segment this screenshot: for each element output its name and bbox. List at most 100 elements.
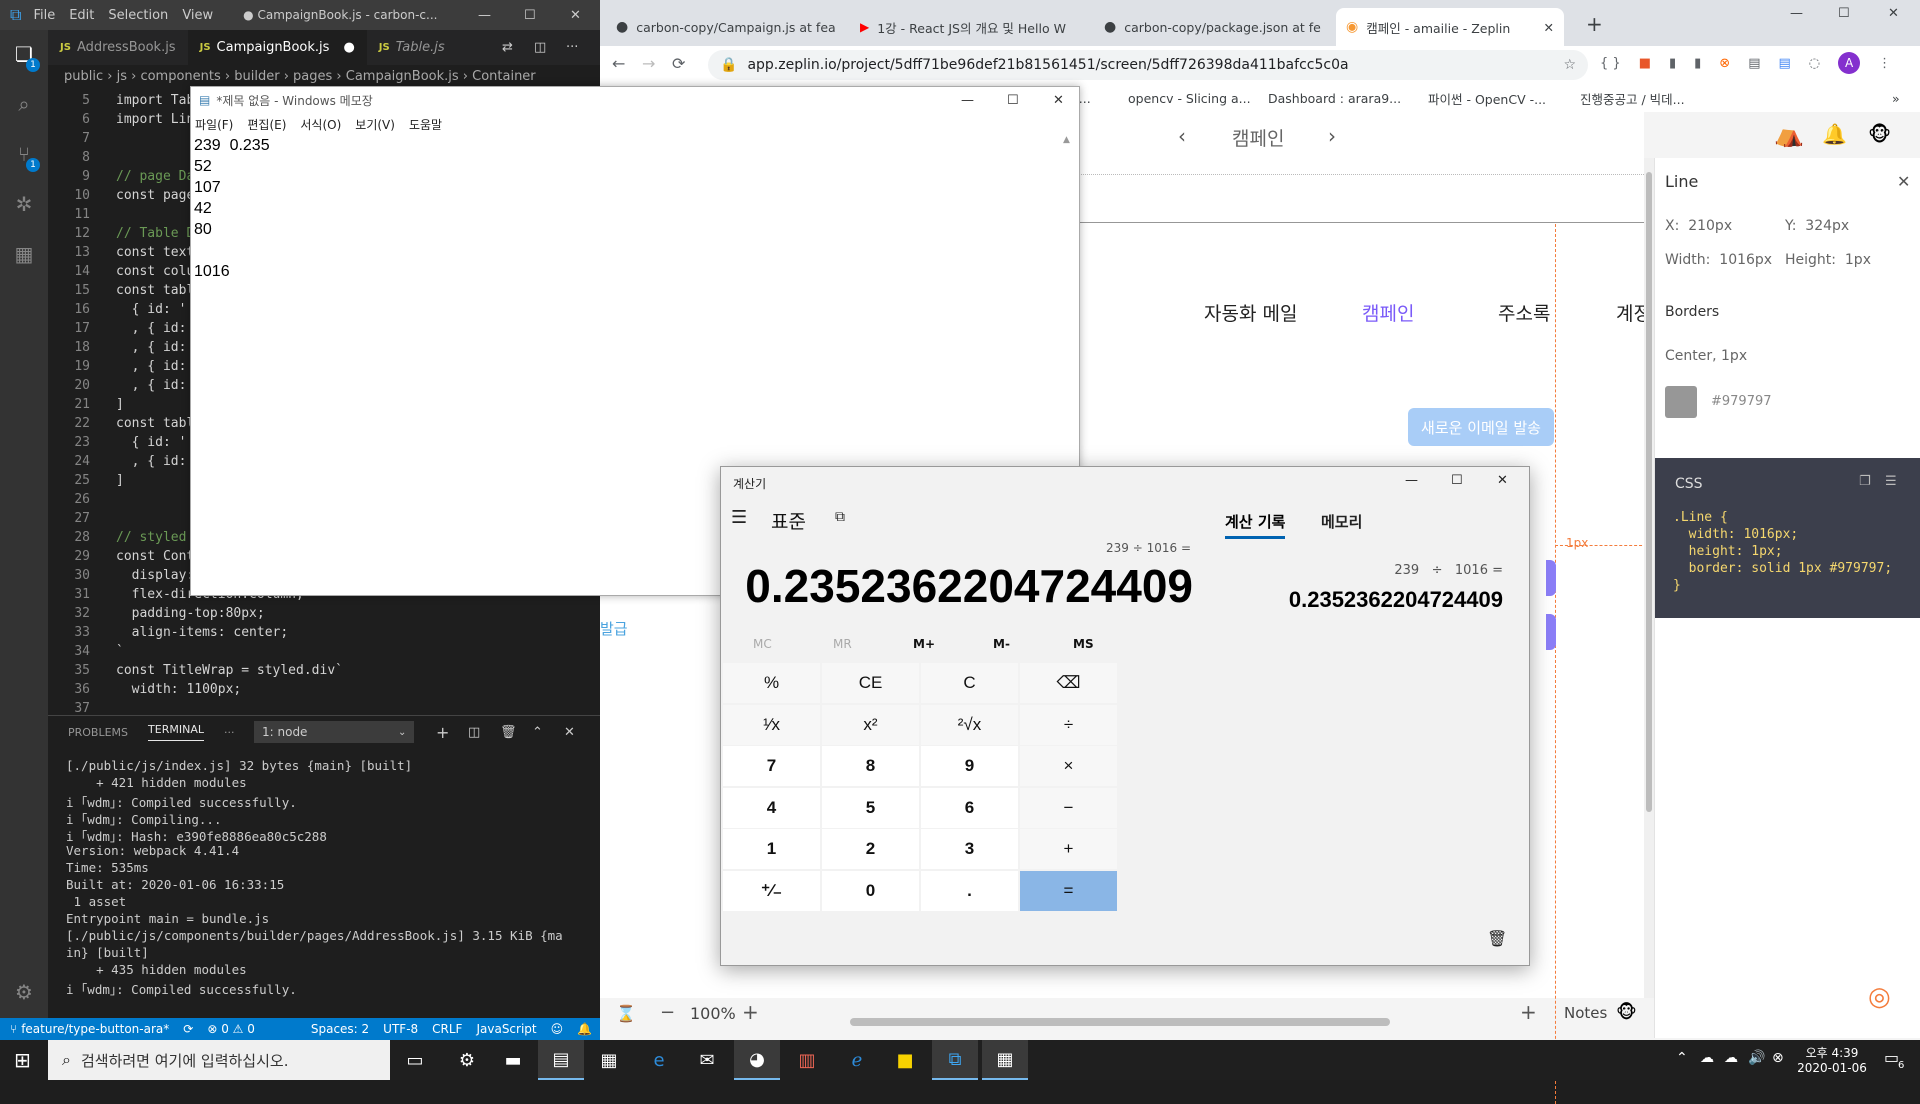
tray-chevron-icon[interactable]: ⌃ <box>1676 1050 1688 1066</box>
code-line[interactable]: import Lin <box>116 112 194 127</box>
indentation[interactable]: Spaces: 2 <box>311 1022 369 1036</box>
close-icon[interactable]: ✕ <box>570 8 581 23</box>
chrome-tab[interactable]: ▶ 1강 - React JS의 개요 및 Hello W <box>850 8 1088 46</box>
bookmark-item[interactable]: Dashboard : arara9... <box>1268 91 1401 106</box>
key-square-root[interactable]: ²√x <box>921 704 1018 745</box>
problems-count[interactable]: ⊗ 0 ⚠ 0 <box>207 1022 255 1036</box>
tab-addressbook[interactable]: JS AddressBook.js <box>48 30 188 65</box>
minimize-icon[interactable]: — <box>1405 473 1418 488</box>
key-percent[interactable]: % <box>723 663 820 703</box>
code-line[interactable]: { id: ' <box>116 435 187 450</box>
volume-icon[interactable]: 🔊 <box>1748 1050 1765 1066</box>
hourglass-icon[interactable]: ⌛ <box>616 1004 636 1023</box>
maximize-icon[interactable]: ☐ <box>1838 6 1850 21</box>
add-note-icon[interactable]: + <box>1520 1000 1537 1024</box>
chrome-menu-icon[interactable]: ⋮ <box>1878 56 1891 71</box>
encoding[interactable]: UTF-8 <box>383 1022 418 1036</box>
windows-start-icon[interactable]: ⊞ <box>14 1048 31 1072</box>
close-icon[interactable]: ✕ <box>1053 93 1064 108</box>
code-line[interactable]: , { id: <box>116 340 187 355</box>
css-code[interactable]: .Line { width: 1016px; height: 1px; bord… <box>1673 510 1892 595</box>
vscode-app-icon[interactable]: ⧉ <box>932 1040 978 1080</box>
code-line[interactable]: const tabl <box>116 283 194 298</box>
bookmark-item[interactable]: opencv - Slicing a... <box>1128 91 1251 106</box>
settings-gear-icon[interactable]: ⚙ <box>12 980 36 1004</box>
key-reciprocal[interactable]: ¹∕x <box>723 704 820 745</box>
onedrive-icon[interactable]: ☁ <box>1724 1050 1738 1066</box>
border-color-hex[interactable]: #979797 <box>1711 394 1772 409</box>
panel-more-icon[interactable]: ··· <box>224 726 235 739</box>
key-subtract[interactable]: − <box>1020 787 1117 828</box>
extensions-icon[interactable]: ▦ <box>12 242 36 266</box>
breadcrumb-item[interactable]: pages <box>293 69 332 84</box>
debug-icon[interactable]: ✲ <box>12 192 36 216</box>
mail-icon[interactable]: ✉ <box>684 1040 730 1080</box>
new-terminal-icon[interactable]: + <box>436 723 449 742</box>
code-line[interactable]: const page <box>116 188 194 203</box>
key-add[interactable]: + <box>1020 829 1117 869</box>
next-screen-icon[interactable]: › <box>1328 124 1336 148</box>
key-five[interactable]: 5 <box>822 787 919 828</box>
breadcrumb-item[interactable]: public <box>64 69 103 84</box>
back-icon[interactable]: ← <box>612 54 625 73</box>
edge-icon[interactable]: e <box>636 1040 682 1080</box>
nav-item-automail[interactable]: 자동화 메일 <box>1204 299 1297 326</box>
notes-button[interactable]: Notes <box>1564 1004 1607 1022</box>
action-center-icon[interactable]: ▭ <box>1884 1048 1899 1067</box>
bookmark-item[interactable]: 파이썬 - OpenCV -... <box>1428 89 1546 108</box>
close-icon[interactable]: ✕ <box>1888 6 1899 21</box>
key-negate[interactable]: ⁺∕₋ <box>723 870 820 911</box>
task-view-icon[interactable]: ▭ <box>392 1040 438 1080</box>
tab-problems[interactable]: PROBLEMS <box>68 726 128 739</box>
bookmark-star-icon[interactable]: ☆ <box>1563 57 1576 73</box>
code-line[interactable]: ] <box>116 473 124 488</box>
key-zero[interactable]: 0 <box>822 870 919 911</box>
address-bar[interactable]: 🔒 app.zeplin.io/project/5dff71be96def21b… <box>708 50 1588 80</box>
hamburger-menu-icon[interactable]: ☰ <box>731 507 747 528</box>
clear-history-trash-icon[interactable]: 🗑 <box>1487 929 1507 948</box>
split-terminal-icon[interactable]: ◫ <box>468 725 480 740</box>
memory-store[interactable]: MS <box>1073 637 1094 651</box>
code-line[interactable]: , { id: <box>116 378 187 393</box>
keep-on-top-icon[interactable]: ⧉ <box>835 509 845 525</box>
git-branch[interactable]: feature/type-button-ara* <box>21 1022 169 1036</box>
settings-sliders-icon[interactable]: ☰ <box>1885 474 1897 489</box>
breadcrumb-item[interactable]: builder <box>234 69 279 84</box>
network-icon[interactable]: ☁ <box>1700 1050 1714 1066</box>
code-line[interactable]: , { id: <box>116 454 187 469</box>
bookmarks-more-icon[interactable]: » <box>1892 91 1900 106</box>
ie-icon[interactable]: ℯ <box>834 1040 880 1080</box>
key-divide[interactable]: ÷ <box>1020 704 1117 745</box>
settings-app-icon[interactable]: ⚙ <box>444 1040 490 1080</box>
menu-edit[interactable]: Edit <box>69 8 94 23</box>
more-actions-icon[interactable]: ··· <box>566 40 578 55</box>
history-expression[interactable]: 239 ÷ 1016 = <box>1261 563 1503 578</box>
zoom-in-icon[interactable]: + <box>742 1000 759 1024</box>
terminal-output[interactable]: [./public/js/index.js] 32 bytes {main} [… <box>66 758 596 1020</box>
extension-icon[interactable]: ⊗ <box>1719 56 1730 71</box>
key-six[interactable]: 6 <box>921 787 1018 828</box>
key-decimal[interactable]: . <box>921 870 1018 911</box>
chrome-tab[interactable]: ● carbon-copy/Campaign.js at fea <box>606 8 844 46</box>
taskbar-search[interactable]: ⌕ 검색하려면 여기에 입력하십시오. <box>48 1040 390 1080</box>
calculator-app-icon[interactable]: ▦ <box>982 1040 1028 1080</box>
close-tab-icon[interactable]: ✕ <box>1544 20 1554 35</box>
key-two[interactable]: 2 <box>822 829 919 869</box>
memory-tab[interactable]: 메모리 <box>1321 511 1362 532</box>
key-seven[interactable]: 7 <box>723 746 820 786</box>
extension-icon[interactable]: ▮ <box>1694 56 1701 71</box>
close-icon[interactable]: ✕ <box>1497 473 1508 488</box>
code-line[interactable]: display: <box>116 568 195 583</box>
maximize-panel-icon[interactable]: ⌃ <box>532 725 543 740</box>
key-backspace[interactable]: ⌫ <box>1020 663 1117 703</box>
key-clear-entry[interactable]: CE <box>822 663 919 703</box>
clock-date[interactable]: 2020-01-06 <box>1792 1061 1872 1075</box>
code-line[interactable]: // Table D <box>116 226 194 241</box>
menu-view[interactable]: 보기(V) <box>355 116 395 133</box>
menu-edit[interactable]: 편집(E) <box>247 116 286 133</box>
prev-screen-icon[interactable]: ‹ <box>1178 124 1186 148</box>
key-three[interactable]: 3 <box>921 829 1018 869</box>
help-ring-icon[interactable]: ◎ <box>1868 982 1891 1012</box>
tab-terminal[interactable]: TERMINAL <box>148 723 204 741</box>
menu-help[interactable]: 도움말 <box>409 116 442 133</box>
